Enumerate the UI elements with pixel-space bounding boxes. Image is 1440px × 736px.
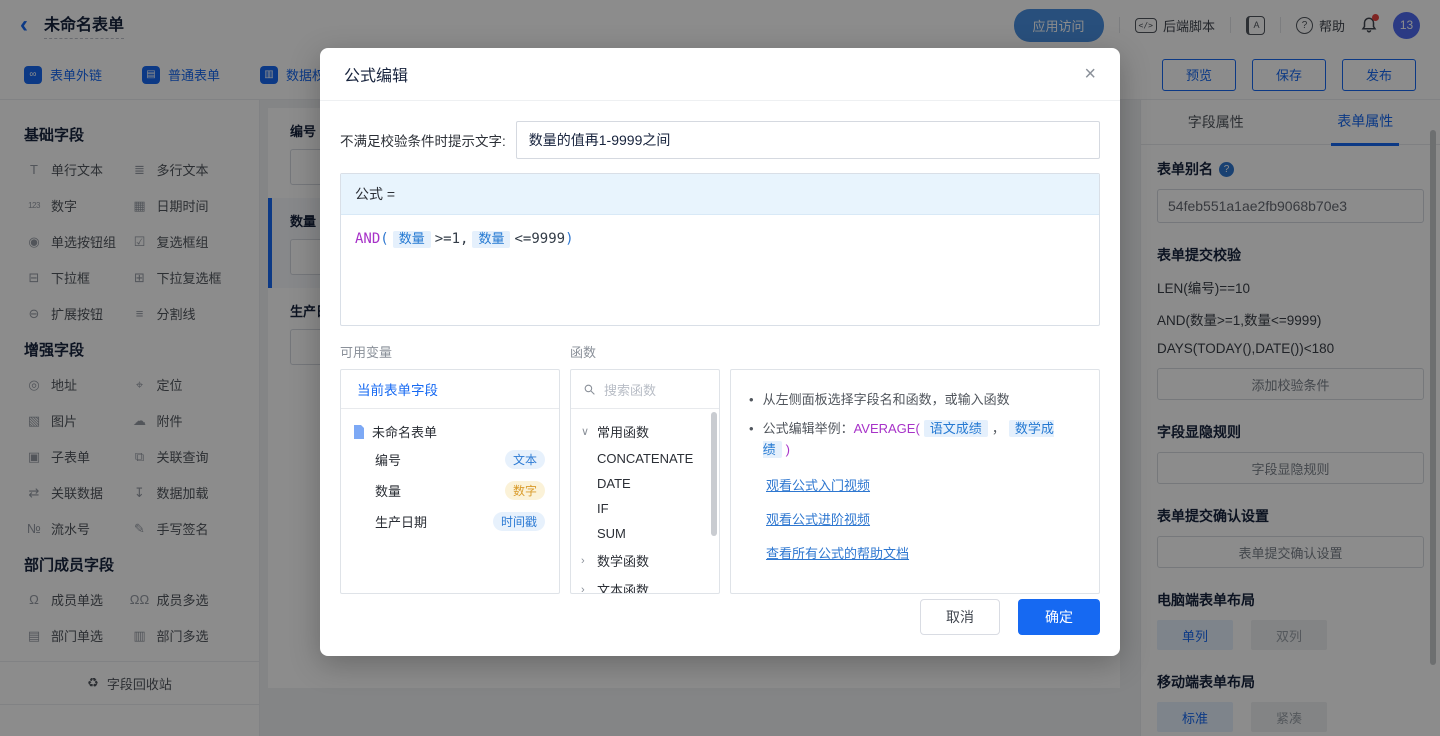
link-formula-help-docs[interactable]: 查看所有公式的帮助文档	[766, 543, 1081, 562]
prompt-text-input[interactable]: 数量的值再1-9999之间	[516, 121, 1100, 159]
tip-example-line: • 公式编辑举例：AVERAGE(语文成绩，数学成绩)	[749, 419, 1081, 461]
functions-panel: 搜索函数 ∨ 常用函数 CONCATENATE DATE IF SUM ›	[570, 369, 720, 594]
function-concatenate[interactable]: CONCATENATE	[581, 446, 709, 471]
example-separator: ，	[992, 421, 1005, 436]
function-group-text[interactable]: › 文本函数	[581, 575, 709, 594]
functions-label: 函数	[570, 342, 730, 361]
function-date[interactable]: DATE	[581, 471, 709, 496]
function-list-scrollbar[interactable]	[711, 412, 717, 536]
function-group-math[interactable]: › 数学函数	[581, 546, 709, 575]
example-paren: )	[786, 442, 790, 457]
example-prefix: 公式编辑举例：	[763, 421, 854, 436]
type-badge-number: 数字	[505, 481, 545, 500]
modal-title: 公式编辑	[344, 62, 408, 86]
formula-header: 公式 =	[341, 174, 1099, 215]
variables-label: 可用变量	[340, 342, 570, 361]
tip-line: • 从左侧面板选择字段名和函数，或输入函数	[749, 390, 1081, 411]
group-label: 文本函数	[597, 580, 649, 594]
field-chip-quantity[interactable]: 数量	[393, 231, 431, 248]
tips-panel: • 从左侧面板选择字段名和函数，或输入函数 • 公式编辑举例：AVERAGE(语…	[730, 369, 1100, 594]
variable-field-quantity[interactable]: 数量 数字	[353, 475, 547, 506]
variable-name: 生产日期	[375, 512, 427, 531]
formula-input-area[interactable]: AND(数量>=1,数量<=9999)	[341, 215, 1099, 325]
cancel-button[interactable]: 取消	[920, 599, 1000, 635]
close-icon[interactable]: ×	[1084, 64, 1096, 84]
variable-name: 编号	[375, 450, 401, 469]
form-builder-app: ‹ 未命名表单 应用访问 </> 后端脚本 A ? 帮助	[0, 0, 1440, 736]
chevron-right-icon: ›	[581, 584, 591, 595]
link-formula-advanced-video[interactable]: 观看公式进阶视频	[766, 509, 1081, 528]
variables-root-form[interactable]: 未命名表单	[353, 419, 547, 444]
chevron-down-icon: ∨	[581, 425, 591, 438]
paren: )	[565, 231, 573, 247]
example-function: AVERAGE(	[854, 421, 920, 436]
function-sum[interactable]: SUM	[581, 521, 709, 546]
function-if[interactable]: IF	[581, 496, 709, 521]
prompt-text-label: 不满足校验条件时提示文字:	[340, 130, 506, 150]
group-label: 常用函数	[597, 422, 649, 441]
group-label: 数学函数	[597, 551, 649, 570]
paren: (	[380, 231, 388, 247]
variables-panel: 当前表单字段 未命名表单 编号 文本 数量 数字	[340, 369, 560, 594]
document-icon	[353, 425, 365, 439]
type-badge-text: 文本	[505, 450, 545, 469]
tab-current-form-fields[interactable]: 当前表单字段	[341, 370, 559, 409]
function-search-input[interactable]: 搜索函数	[571, 370, 719, 409]
root-label: 未命名表单	[372, 422, 437, 441]
type-badge-timestamp: 时间戳	[493, 512, 545, 531]
variable-field-number-id[interactable]: 编号 文本	[353, 444, 547, 475]
operator: >=1,	[435, 231, 469, 247]
search-icon	[583, 383, 596, 396]
variable-name: 数量	[375, 481, 401, 500]
confirm-button[interactable]: 确定	[1018, 599, 1100, 635]
search-placeholder: 搜索函数	[604, 380, 656, 399]
formula-editor: 公式 = AND(数量>=1,数量<=9999)	[340, 173, 1100, 326]
link-formula-intro-video[interactable]: 观看公式入门视频	[766, 475, 1081, 494]
field-chip-quantity[interactable]: 数量	[472, 231, 510, 248]
formula-function: AND	[355, 231, 380, 247]
operator: <=9999	[514, 231, 565, 247]
chevron-right-icon: ›	[581, 555, 591, 567]
variable-field-production-date[interactable]: 生产日期 时间戳	[353, 506, 547, 537]
example-chip: 语文成绩	[924, 420, 988, 437]
function-group-common[interactable]: ∨ 常用函数	[581, 417, 709, 446]
formula-editor-modal: 公式编辑 × 不满足校验条件时提示文字: 数量的值再1-9999之间 公式 = …	[320, 48, 1120, 656]
